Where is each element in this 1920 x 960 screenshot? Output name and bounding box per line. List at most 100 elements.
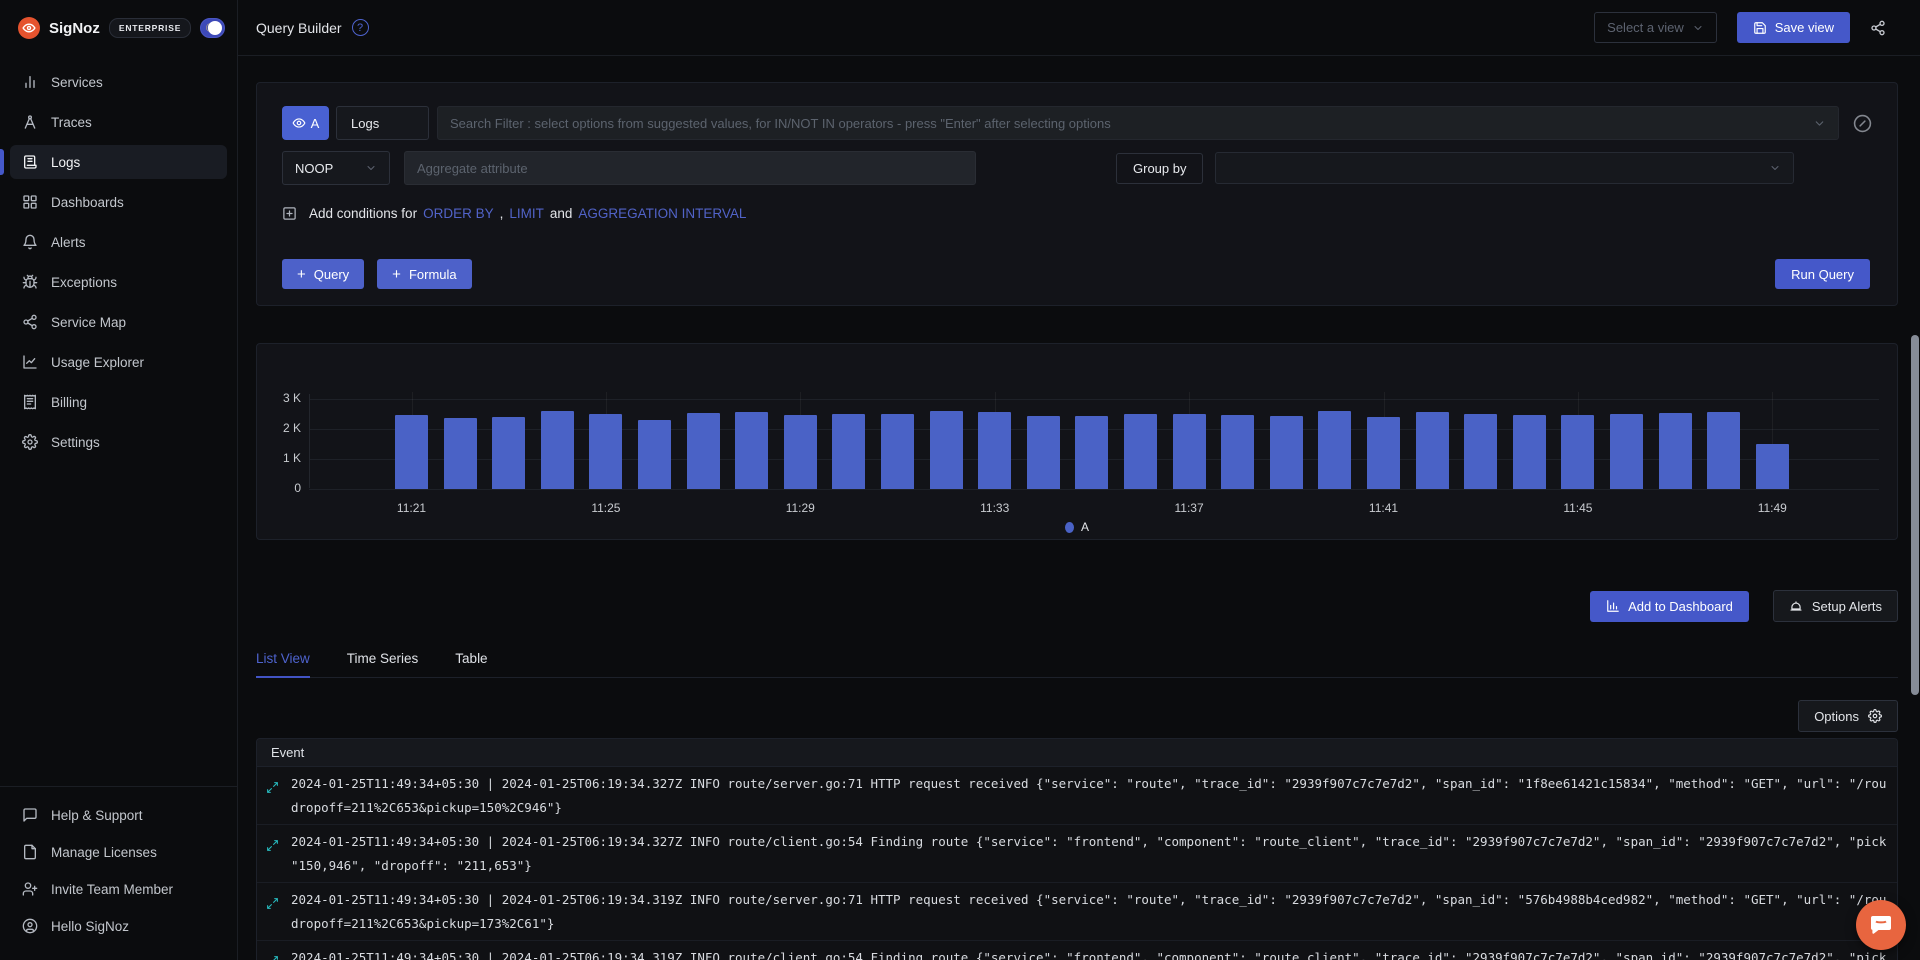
histogram-bar [881, 414, 914, 489]
sidebar-item-label: Usage Explorer [51, 355, 144, 370]
sidebar-item-label: Exceptions [51, 275, 117, 290]
sidebar-item-usage-explorer[interactable]: Usage Explorer [10, 345, 227, 379]
query-name-label: A [311, 116, 320, 131]
bell-icon [22, 234, 38, 250]
query-builder-panel: A Logs Search Filter : select options fr… [256, 82, 1898, 306]
sidebar-item-exceptions[interactable]: Exceptions [10, 265, 227, 299]
sidebar-item-billing[interactable]: Billing [10, 385, 227, 419]
view-tabs: List View Time Series Table [256, 651, 1898, 678]
histogram-bar [687, 413, 720, 489]
legend-dot-icon [1065, 522, 1074, 533]
expand-icon[interactable] [266, 781, 279, 794]
sidebar-footer-item-help-support[interactable]: Help & Support [10, 798, 227, 832]
chart-box-icon [22, 354, 38, 370]
add-conditions-row: Add conditions for ORDER BY, LIMIT and A… [282, 206, 1872, 221]
bar-chart-icon [22, 74, 38, 90]
sidebar-item-traces[interactable]: Traces [10, 105, 227, 139]
setup-alerts-button[interactable]: Setup Alerts [1773, 590, 1898, 622]
sidebar-item-label: Billing [51, 395, 87, 410]
histogram-bar [444, 418, 477, 489]
y-axis-line [309, 394, 310, 488]
chat-bubble-icon [1869, 913, 1893, 937]
log-row[interactable]: 2024-01-25T11:49:34+05:30 | 2024-01-25T0… [257, 883, 1897, 941]
user-circle-icon [22, 918, 38, 934]
sidebar: SigNoz ENTERPRISE ☾ ServicesTracesLogsDa… [0, 0, 238, 960]
datasource-dropdown[interactable]: Logs [336, 106, 429, 140]
tab-time-series[interactable]: Time Series [347, 651, 419, 677]
add-to-dashboard-button[interactable]: Add to Dashboard [1590, 591, 1749, 622]
log-line: "150,946", "dropoff": "211,653"} [291, 854, 1887, 878]
sidebar-item-dashboards[interactable]: Dashboards [10, 185, 227, 219]
expand-icon[interactable] [266, 839, 279, 852]
app-root: SigNoz ENTERPRISE ☾ ServicesTracesLogsDa… [0, 0, 1920, 960]
sidebar-footer-item-hello-signoz[interactable]: Hello SigNoz [10, 909, 227, 943]
help-icon[interactable]: ? [352, 19, 369, 36]
aggregate-operator-dropdown[interactable]: NOOP [282, 151, 390, 185]
histogram-bar [1173, 414, 1206, 489]
log-row[interactable]: 2024-01-25T11:49:34+05:30 | 2024-01-25T0… [257, 767, 1897, 825]
datasource-label: Logs [351, 116, 379, 131]
expand-icon[interactable] [266, 955, 279, 960]
share-icon[interactable] [1870, 20, 1886, 36]
sidebar-item-service-map[interactable]: Service Map [10, 305, 227, 339]
histogram-bar [784, 415, 817, 489]
chat-widget-button[interactable] [1856, 900, 1906, 950]
theme-toggle[interactable]: ☾ [200, 18, 225, 38]
y-axis-tick: 0 [257, 481, 301, 495]
options-button[interactable]: Options [1798, 700, 1898, 732]
sidebar-item-settings[interactable]: Settings [10, 425, 227, 459]
save-view-button[interactable]: Save view [1737, 12, 1850, 43]
query-a-toggle[interactable]: A [282, 106, 329, 140]
sidebar-item-alerts[interactable]: Alerts [10, 225, 227, 259]
options-row: Options [256, 700, 1898, 731]
y-axis-tick: 3 K [257, 391, 301, 405]
gridline [309, 489, 1879, 490]
plus-icon: + [297, 267, 306, 282]
select-view-dropdown[interactable]: Select a view [1594, 12, 1717, 43]
sidebar-item-services[interactable]: Services [10, 65, 227, 99]
select-view-label: Select a view [1607, 20, 1684, 35]
search-filter-input[interactable]: Search Filter : select options from sugg… [437, 106, 1839, 140]
group-by-dropdown[interactable] [1215, 152, 1794, 184]
histogram-bar [1561, 415, 1594, 489]
log-list-header: Event [257, 739, 1897, 767]
log-line: dropoff=211%2C653&pickup=173%2C61"} [291, 912, 1887, 936]
histogram-bar [541, 411, 574, 489]
sidebar-item-label: Invite Team Member [51, 882, 173, 897]
close-query-icon[interactable] [1853, 114, 1872, 133]
topbar: Query Builder ? Select a view Save view [238, 0, 1920, 56]
run-query-button[interactable]: Run Query [1775, 259, 1870, 289]
expand-icon[interactable] [266, 897, 279, 910]
tab-table[interactable]: Table [455, 651, 487, 677]
plus-square-icon[interactable] [282, 206, 297, 221]
chart-legend[interactable]: A [257, 520, 1897, 534]
sidebar-footer-item-invite-team-member[interactable]: Invite Team Member [10, 872, 227, 906]
aggregate-operator-label: NOOP [295, 161, 333, 176]
log-row[interactable]: 2024-01-25T11:49:34+05:30 | 2024-01-25T0… [257, 941, 1897, 960]
x-axis-tick: 11:37 [1164, 501, 1214, 515]
aggregation-interval-link[interactable]: AGGREGATION INTERVAL [578, 206, 746, 221]
bug-icon [22, 274, 38, 290]
order-by-link[interactable]: ORDER BY [423, 206, 494, 221]
sidebar-item-logs[interactable]: Logs [10, 145, 227, 179]
toggle-knob [208, 21, 222, 35]
log-row[interactable]: 2024-01-25T11:49:34+05:30 | 2024-01-25T0… [257, 825, 1897, 883]
histogram-bar [1318, 411, 1351, 489]
x-axis-tick: 11:29 [775, 501, 825, 515]
add-formula-button[interactable]: + Formula [377, 259, 471, 289]
histogram-bar [589, 414, 622, 489]
histogram-bar [1659, 413, 1692, 489]
add-query-button[interactable]: + Query [282, 259, 364, 289]
page-scrollbar[interactable] [1911, 0, 1919, 960]
chat-icon [22, 807, 38, 823]
aggregate-placeholder: Aggregate attribute [417, 161, 528, 176]
page-title: Query Builder [256, 20, 342, 36]
aggregate-attribute-input[interactable]: Aggregate attribute [404, 151, 976, 185]
sidebar-footer-item-manage-licenses[interactable]: Manage Licenses [10, 835, 227, 869]
limit-link[interactable]: LIMIT [509, 206, 544, 221]
scrollbar-thumb[interactable] [1911, 335, 1919, 695]
chevron-down-icon [1813, 117, 1826, 130]
tab-list-view[interactable]: List View [256, 651, 310, 677]
histogram-bar [978, 412, 1011, 489]
chevron-down-icon [365, 162, 377, 174]
